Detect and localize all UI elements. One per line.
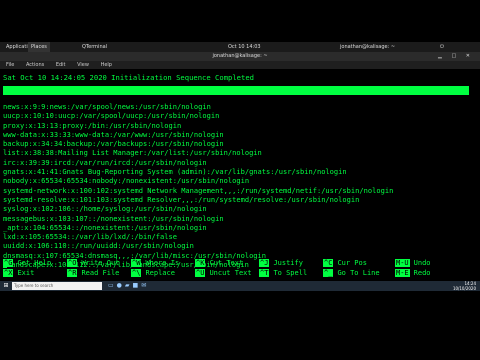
shortcut-redo[interactable]: M-E Redo	[395, 269, 431, 278]
shortcut-cur-pos[interactable]: ^C Cur Pos	[323, 259, 367, 268]
file-line: nobody:x:65534:65534:nobody:/nonexistent…	[3, 176, 250, 186]
taskbar-clock[interactable]: 14:24 10/10/2020	[453, 281, 476, 291]
file-line: uucp:x:10:10:uucp:/var/spool/uucp:/usr/s…	[3, 111, 220, 121]
store-icon[interactable]: ■	[133, 282, 142, 289]
shortcut-label: Cur Pos	[337, 259, 367, 267]
menu-edit[interactable]: Edit	[56, 62, 66, 68]
shortcut-to-spell[interactable]: ^T To Spell	[259, 269, 307, 278]
file-line: lxd:x:105:65534::/var/lib/lxd/:/bin/fals…	[3, 232, 177, 242]
shortcut-key: ^K	[195, 259, 206, 267]
close-icon[interactable]: ✕	[466, 53, 474, 59]
window-controls: ▁ □ ✕	[438, 52, 474, 61]
shortcut-key: ^W	[131, 259, 142, 267]
mail-icon[interactable]: ✉	[141, 282, 149, 289]
file-line: backup:x:34:34:backup:/var/backups:/usr/…	[3, 139, 224, 149]
file-line: messagebus:x:103:107::/nonexistent:/usr/…	[3, 213, 224, 223]
shortcut-label: Undo	[413, 259, 431, 267]
shortcut-uncut-text[interactable]: ^U Uncut Text	[195, 269, 252, 278]
file-line: proxy:x:13:13:proxy:/bin:/usr/sbin/nolog…	[3, 120, 182, 130]
terminal-title: jonathan@kalisage: ~	[212, 53, 268, 59]
shortcut-key: ^T	[259, 269, 270, 277]
shortcut-key: ^J	[259, 259, 270, 267]
file-line: _apt:x:104:65534::/nonexistent:/usr/sbin…	[3, 222, 207, 232]
screen: Applications Places QTerminal Oct 10 14:…	[0, 0, 480, 360]
shortcut-cut-text[interactable]: ^K Cut Text	[195, 259, 243, 268]
minimize-icon[interactable]: ▁	[438, 53, 446, 59]
nano-title-bar: GNU nano 2.9.3 /etc/passwd	[3, 86, 469, 112]
file-line: irc:x:39:39:ircd:/var/run/ircd:/usr/sbin…	[3, 157, 207, 167]
task-view-icon[interactable]: ▭	[108, 282, 117, 289]
top-bar-host: jonathan@kalisage: ~	[340, 44, 396, 50]
shortcut-label: Cut Text	[209, 259, 244, 267]
shortcut-label: Uncut Text	[209, 269, 252, 277]
vpn-init-message: Sat Oct 10 14:24:05 2020 Initialization …	[3, 73, 254, 82]
edge-icon[interactable]: ●	[117, 282, 125, 289]
file-line: systemd-network:x:100:102:systemd Networ…	[3, 185, 394, 195]
shortcut-replace[interactable]: ^\ Replace	[131, 269, 175, 278]
shortcut-key: ^R	[67, 269, 78, 277]
shortcut-key: ^U	[195, 269, 206, 277]
shortcut-key: ^X	[3, 269, 14, 277]
shortcut-key: ^G	[3, 259, 14, 267]
shortcut-write-out[interactable]: ^O Write Out	[67, 259, 119, 268]
menu-help[interactable]: Help	[101, 62, 112, 68]
menu-actions[interactable]: Actions	[26, 62, 44, 68]
shortcut-label: To Spell	[273, 269, 308, 277]
shortcut-label: Redo	[413, 269, 431, 277]
menu-file[interactable]: File	[6, 62, 14, 68]
shortcut-label: Where Is	[145, 259, 180, 267]
terminal-titlebar: jonathan@kalisage: ~ ▁ □ ✕	[0, 52, 480, 61]
qterminal-taskitem[interactable]: QTerminal	[82, 42, 107, 52]
file-content[interactable]: news:x:9:9:news:/var/spool/news:/usr/sbi…	[3, 102, 473, 269]
shortcut-label: Read File	[81, 269, 120, 277]
shortcut-label: Justify	[273, 259, 303, 267]
shortcut-justify[interactable]: ^J Justify	[259, 259, 303, 268]
shortcut-get-help[interactable]: ^G Get Help	[3, 259, 51, 268]
shortcut-label: Get Help	[17, 259, 52, 267]
shortcut-key: ^O	[67, 259, 78, 267]
file-line: gnats:x:41:41:Gnats Bug-Reporting System…	[3, 167, 347, 177]
file-line: syslog:x:102:106::/home/syslog:/usr/sbin…	[3, 204, 207, 214]
shortcut-undo[interactable]: M-U Undo	[395, 259, 431, 268]
maximize-icon[interactable]: □	[451, 53, 460, 59]
folder-icon[interactable]: ▰	[125, 282, 133, 289]
top-bar-clock[interactable]: Oct 10 14:03	[228, 42, 261, 52]
shortcut-key: M-E	[395, 269, 410, 277]
shortcut-key: ^C	[323, 259, 334, 267]
terminal-menubar: File Actions Edit View Help	[0, 61, 480, 69]
shortcut-label: Write Out	[81, 259, 120, 267]
shortcut-read-file[interactable]: ^R Read File	[67, 269, 119, 278]
shortcut-go-to-line[interactable]: ^_ Go To Line	[323, 269, 380, 278]
nano-shortcuts: ^G Get Help ^O Write Out ^W Where Is ^K Cut …	[3, 259, 473, 279]
shortcut-key: M-U	[395, 259, 410, 267]
places-menu[interactable]: Places	[28, 42, 50, 52]
taskbar-date: 10/10/2020	[452, 286, 476, 291]
shortcut-label: Exit	[17, 269, 35, 277]
file-line: uuidd:x:106:110::/run/uuidd:/usr/sbin/no…	[3, 241, 194, 251]
shortcut-where-is[interactable]: ^W Where Is	[131, 259, 179, 268]
taskbar-pinned-apps: ▭●▰■✉	[108, 282, 149, 290]
windows-start-icon[interactable]: ⊞	[2, 282, 10, 290]
terminal-body[interactable]: Sat Oct 10 14:24:05 2020 Initialization …	[0, 69, 480, 281]
shortcut-exit[interactable]: ^X Exit	[3, 269, 34, 278]
file-line: systemd-resolve:x:101:103:systemd Resolv…	[3, 194, 360, 204]
windows-taskbar: ⊞ Type here to search ▭●▰■✉ 14:24 10/10/…	[0, 281, 480, 291]
shortcut-label: Replace	[145, 269, 175, 277]
shortcut-label: Go To Line	[337, 269, 380, 277]
file-line: www-data:x:33:33:www-data:/var/www:/usr/…	[3, 129, 224, 139]
power-icon[interactable]: ⏻	[440, 42, 444, 52]
file-line: list:x:38:38:Mailing List Manager:/var/l…	[3, 148, 262, 158]
desktop-top-bar: Applications Places QTerminal Oct 10 14:…	[0, 42, 480, 52]
taskbar-search-input[interactable]: Type here to search	[12, 282, 102, 290]
menu-view[interactable]: View	[77, 62, 89, 68]
file-line: news:x:9:9:news:/var/spool/news:/usr/sbi…	[3, 102, 211, 111]
shortcut-key: ^_	[323, 269, 334, 277]
shortcut-key: ^\	[131, 269, 142, 277]
